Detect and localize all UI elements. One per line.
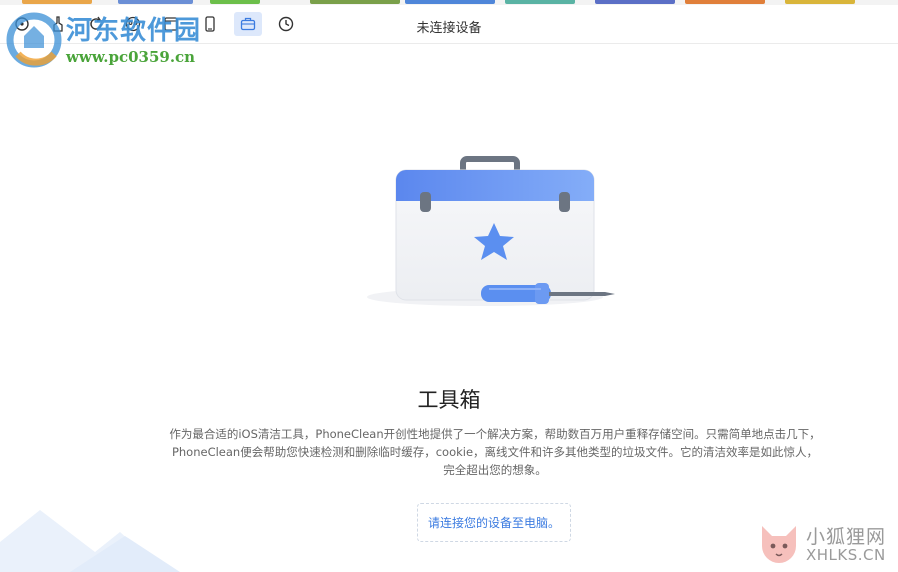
bookmark-fragment <box>118 0 193 4</box>
screwdriver-icon <box>481 283 615 304</box>
description-line: 完全超出您的想象。 <box>443 463 547 477</box>
bookmark-fragment <box>595 0 675 4</box>
site-watermark-logo <box>6 12 62 68</box>
page-title: 工具箱 <box>417 388 481 412</box>
bookmark-fragment <box>22 0 92 4</box>
bookmark-fragment <box>685 0 765 4</box>
toolbox-latch-left <box>420 192 431 212</box>
site-watermark-url: www.pc0359.cn <box>66 48 196 66</box>
description-line: 作为最合适的iOS清洁工具，PhoneClean开创性地提供了一个解决方案，帮助… <box>169 427 821 441</box>
toolbox-description: 作为最合适的iOS清洁工具，PhoneClean开创性地提供了一个解决方案，帮助… <box>150 425 840 479</box>
fox-watermark-url: XHLKS.CN <box>806 546 886 564</box>
toolbox-illustration <box>367 156 615 306</box>
toolbox-latch-right <box>559 192 570 212</box>
bookmark-fragment <box>210 0 260 4</box>
site-watermark-title: 河东软件园 <box>66 16 202 46</box>
bookmark-fragment <box>505 0 575 4</box>
connect-device-hint: 请连接您的设备至电脑。 <box>417 503 571 542</box>
bookmark-fragment <box>785 0 855 4</box>
background-decoration <box>0 510 180 572</box>
description-line: PhoneClean便会帮助您快速检测和删除临时缓存，cookie，离线文件和许… <box>171 445 819 459</box>
bookmark-fragment <box>405 0 495 4</box>
fox-watermark-name: 小狐狸网 <box>806 526 887 548</box>
bookmark-fragment <box>310 0 400 4</box>
fox-watermark-logo <box>762 526 796 563</box>
